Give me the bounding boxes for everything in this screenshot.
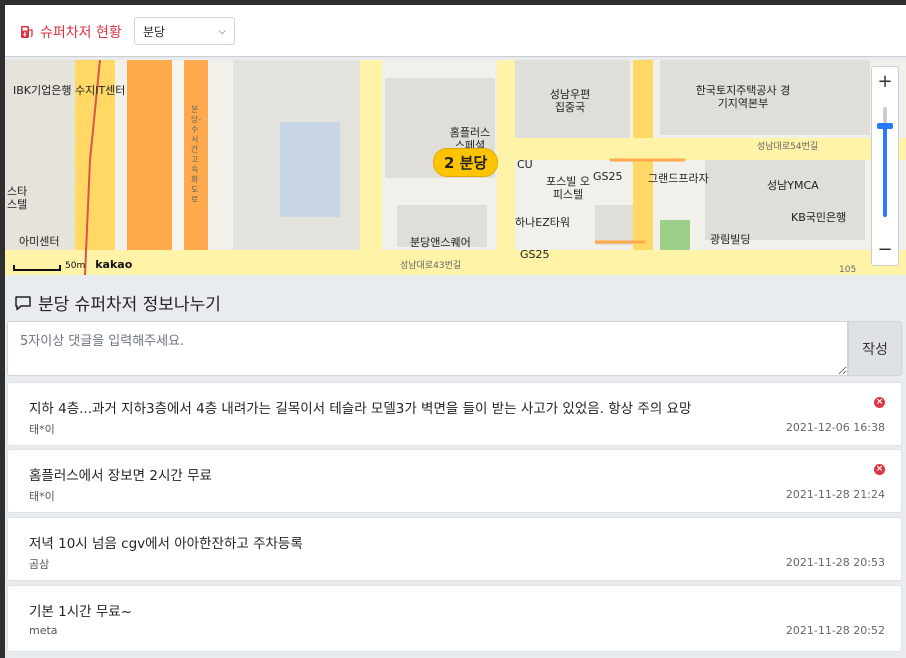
map-label-andsquare: 분당앤스퀘어 xyxy=(410,236,471,249)
zoom-control: + − xyxy=(871,66,899,266)
map-label-lh: 한국토지주택공사 경기지역본부 xyxy=(695,84,791,110)
scale-bar xyxy=(13,265,61,271)
map-scale: 50m kakao xyxy=(13,258,132,271)
map-label-grand: 그랜드프라자 xyxy=(648,172,709,185)
map-label-kb: KB국민은행 xyxy=(791,211,847,224)
map-brand: kakao xyxy=(95,258,133,271)
comment-input[interactable] xyxy=(7,321,848,376)
map-label-ymca: 성남YMCA xyxy=(767,179,819,192)
zoom-in-button[interactable]: + xyxy=(872,69,898,95)
chat-bubble-icon xyxy=(15,295,31,310)
chevron-down-icon: ⌵ xyxy=(218,25,226,37)
comment-form: 작성 xyxy=(7,321,902,376)
comment-author: 태*이 xyxy=(29,490,55,503)
zoom-out-button[interactable]: − xyxy=(872,237,898,263)
delete-comment-icon[interactable]: × xyxy=(874,397,885,408)
scale-label: 50m xyxy=(65,261,86,271)
comment-text: 홈플러스에서 장보면 2시간 무료 xyxy=(29,468,212,484)
map-label-hana: 하나EZ타워 xyxy=(515,216,570,229)
comment-date: 2021-12-06 16:38 xyxy=(785,421,885,434)
map-label-posvil: 포스빌 오피스텔 xyxy=(546,175,590,201)
charging-station-icon xyxy=(21,26,33,38)
zoom-track-fill xyxy=(883,125,887,217)
map-label-gs25-b: GS25 xyxy=(520,248,550,261)
location-select-value: 분당 xyxy=(143,24,166,39)
comment-card: 지하 4층...과거 지하3층에서 4층 내려가는 길목이서 테슬라 모델3가 … xyxy=(7,382,902,446)
map-label-post: 성남우편 집중국 xyxy=(549,88,591,114)
map-label-ami: 아미센터 xyxy=(19,235,60,248)
map-label-expressway: 분당-수서간고속화도로 xyxy=(191,105,202,204)
map-label-cu: CU xyxy=(517,158,533,171)
supercharger-marker[interactable]: 2 분당 xyxy=(433,148,499,177)
comment-date: 2021-11-28 20:52 xyxy=(785,624,885,637)
submit-comment-button[interactable]: 작성 xyxy=(848,321,902,376)
board-title-text: 분당 슈퍼차저 정보나누기 xyxy=(38,295,221,315)
comment-author: 태*이 xyxy=(29,423,55,436)
comment-date: 2021-11-28 20:53 xyxy=(785,556,885,569)
board-title: 분당 슈퍼차저 정보나누기 xyxy=(14,290,221,315)
comment-card: 기본 1시간 무료~ meta 2021-11-28 20:52 xyxy=(7,585,902,652)
map-label-star: 스타 스텔 xyxy=(7,185,28,211)
map-label-road-43: 성남대로43번길 xyxy=(400,261,462,271)
comment-text: 지하 4층...과거 지하3층에서 4층 내려가는 길목이서 테슬라 모델3가 … xyxy=(29,401,692,417)
page-title: 슈퍼차저 현황 xyxy=(19,22,122,42)
comment-author: 곰삼 xyxy=(29,558,50,571)
delete-comment-icon[interactable]: × xyxy=(874,464,885,475)
top-bar: 슈퍼차저 현황 분당 ⌵ xyxy=(5,5,906,57)
comment-card: 저녁 10시 넘음 cgv에서 아아한잔하고 주차등록 곰삼 2021-11-2… xyxy=(7,517,902,581)
zoom-slider-handle[interactable] xyxy=(877,123,893,129)
map-view[interactable]: IBK기업은행 수지IT센터 스타 스텔 아미센터 홈플러스 스페셜 성남우편 … xyxy=(5,60,906,275)
comment-text: 기본 1시간 무료~ xyxy=(29,604,133,620)
map-label-road-54: 성남대로54번길 xyxy=(757,142,819,152)
comment-text: 저녁 10시 넘음 cgv에서 아아한잔하고 주차등록 xyxy=(29,536,303,552)
map-label-gwangrim: 광림빌딩 xyxy=(710,233,751,246)
map-label-105: 105 xyxy=(839,265,857,275)
map-label-gs25-a: GS25 xyxy=(593,170,623,183)
comment-card: 홈플러스에서 장보면 2시간 무료 × 태*이 2021-11-28 21:24 xyxy=(7,449,902,513)
page-title-text: 슈퍼차저 현황 xyxy=(40,25,122,41)
location-select[interactable]: 분당 ⌵ xyxy=(134,17,235,45)
comment-author: meta xyxy=(29,624,58,637)
comment-date: 2021-11-28 21:24 xyxy=(785,488,885,501)
map-label-ibk: IBK기업은행 수지IT센터 xyxy=(13,84,126,97)
